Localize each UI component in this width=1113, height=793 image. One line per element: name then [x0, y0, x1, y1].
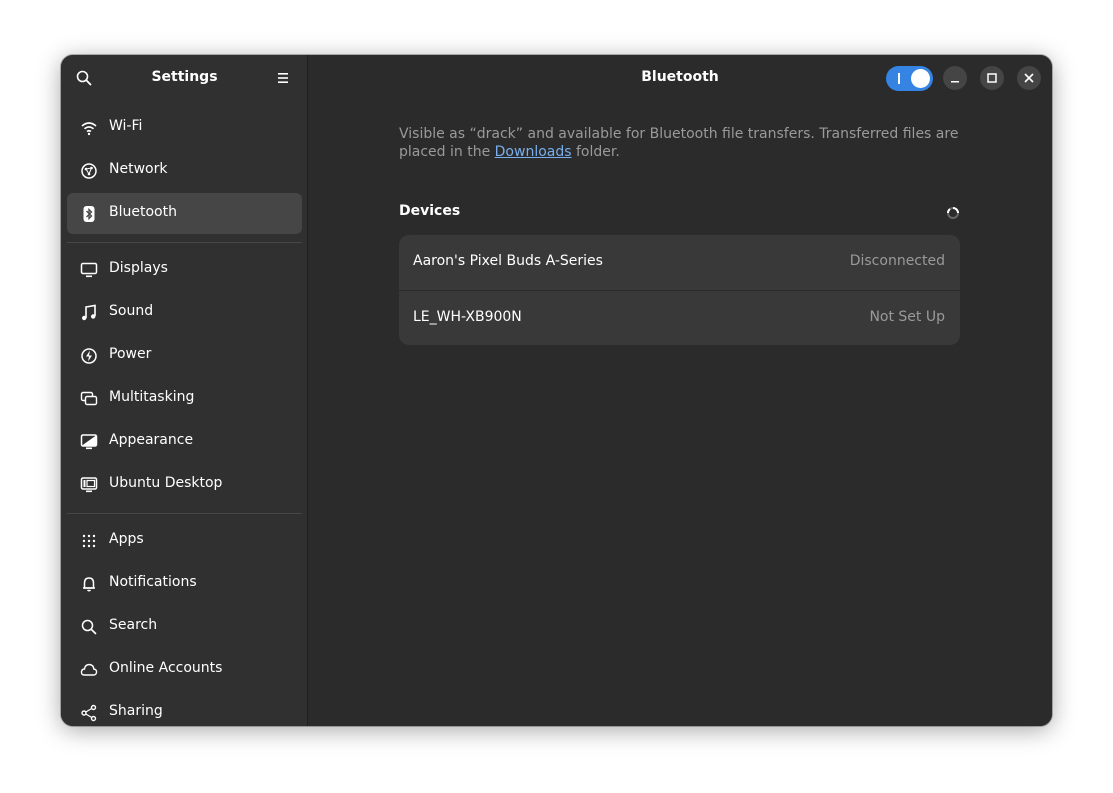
device-name: LE_WH-XB900N [413, 309, 522, 325]
visibility-description: Visible as “drack” and available for Blu… [399, 125, 959, 161]
sidebar-item-apps[interactable]: Apps [67, 520, 302, 561]
sidebar-item-power[interactable]: Power [67, 335, 302, 376]
power-icon [81, 348, 97, 364]
sidebar-item-multitasking[interactable]: Multitasking [67, 378, 302, 419]
close-button[interactable] [1017, 66, 1041, 90]
switch-on-mark [898, 73, 900, 84]
music-note-icon [82, 304, 96, 321]
sidebar-item-bluetooth[interactable]: Bluetooth [67, 193, 302, 234]
sidebar-header: Settings [61, 55, 308, 101]
settings-window: Settings Wi-Fi Network Bluetooth Display… [61, 55, 1052, 726]
spinner-icon [947, 207, 959, 219]
page-title: Bluetooth [641, 69, 719, 85]
sidebar-item-label: Apps [109, 531, 144, 547]
device-row[interactable]: Aaron's Pixel Buds A-Series Disconnected [399, 235, 960, 290]
sidebar-item-sound[interactable]: Sound [67, 292, 302, 333]
maximize-icon [987, 73, 997, 83]
sidebar-item-displays[interactable]: Displays [67, 249, 302, 290]
sidebar-title: Settings [151, 69, 218, 85]
sidebar-item-label: Sharing [109, 703, 163, 719]
description-text: Visible as “drack” and available for Blu… [399, 126, 959, 160]
sidebar-item-label: Network [109, 161, 168, 177]
ubuntu-desktop-icon [80, 477, 98, 493]
sidebar-item-label: Sound [109, 303, 154, 319]
sidebar-item-label: Online Accounts [109, 660, 223, 676]
devices-heading: Devices [399, 203, 461, 219]
device-name: Aaron's Pixel Buds A-Series [413, 253, 603, 269]
network-icon [81, 163, 97, 179]
device-status: Not Set Up [869, 309, 945, 325]
sidebar-item-appearance[interactable]: Appearance [67, 421, 302, 462]
sidebar-item-notifications[interactable]: Notifications [67, 563, 302, 604]
sidebar-item-wifi[interactable]: Wi-Fi [67, 107, 302, 148]
sidebar: Settings Wi-Fi Network Bluetooth Display… [61, 55, 308, 726]
sidebar-item-search[interactable]: Search [67, 606, 302, 647]
cloud-icon [80, 663, 98, 676]
sidebar-item-label: Wi-Fi [109, 118, 143, 134]
device-list: Aaron's Pixel Buds A-Series Disconnected… [399, 235, 960, 345]
sidebar-separator [67, 242, 302, 243]
sidebar-item-label: Notifications [109, 574, 197, 590]
maximize-button[interactable] [980, 66, 1004, 90]
switch-knob [911, 69, 930, 88]
sidebar-item-label: Power [109, 346, 152, 362]
sidebar-item-label: Appearance [109, 432, 194, 448]
search-icon [81, 619, 97, 635]
sidebar-item-network[interactable]: Network [67, 150, 302, 191]
appearance-icon [80, 434, 98, 450]
sidebar-item-label: Bluetooth [109, 204, 177, 220]
description-text-end: folder. [571, 144, 620, 160]
device-status: Disconnected [849, 253, 945, 269]
sidebar-item-ubuntu-desktop[interactable]: Ubuntu Desktop [67, 464, 302, 505]
downloads-link[interactable]: Downloads [495, 144, 572, 160]
sidebar-separator [67, 513, 302, 514]
display-icon [80, 262, 98, 278]
sidebar-item-label: Multitasking [109, 389, 195, 405]
sidebar-item-sharing[interactable]: Sharing [67, 692, 302, 726]
minimize-button[interactable] [943, 66, 967, 90]
main-panel: Bluetooth Visible as “drack” and availab… [308, 55, 1052, 726]
bluetooth-toggle[interactable] [886, 66, 933, 91]
share-icon [81, 704, 97, 722]
sidebar-item-label: Displays [109, 260, 168, 276]
wifi-icon [81, 122, 97, 136]
sidebar-item-label: Search [109, 617, 158, 633]
multitasking-icon [80, 391, 98, 406]
apps-grid-icon [82, 534, 96, 548]
minimize-icon [951, 81, 959, 83]
bell-icon [83, 577, 95, 592]
sidebar-item-label: Ubuntu Desktop [109, 475, 223, 491]
bluetooth-icon [83, 206, 95, 222]
device-row[interactable]: LE_WH-XB900N Not Set Up [399, 290, 960, 345]
hamburger-menu-icon[interactable] [274, 69, 292, 87]
close-icon [1024, 73, 1034, 83]
sidebar-item-online-accounts[interactable]: Online Accounts [67, 649, 302, 690]
